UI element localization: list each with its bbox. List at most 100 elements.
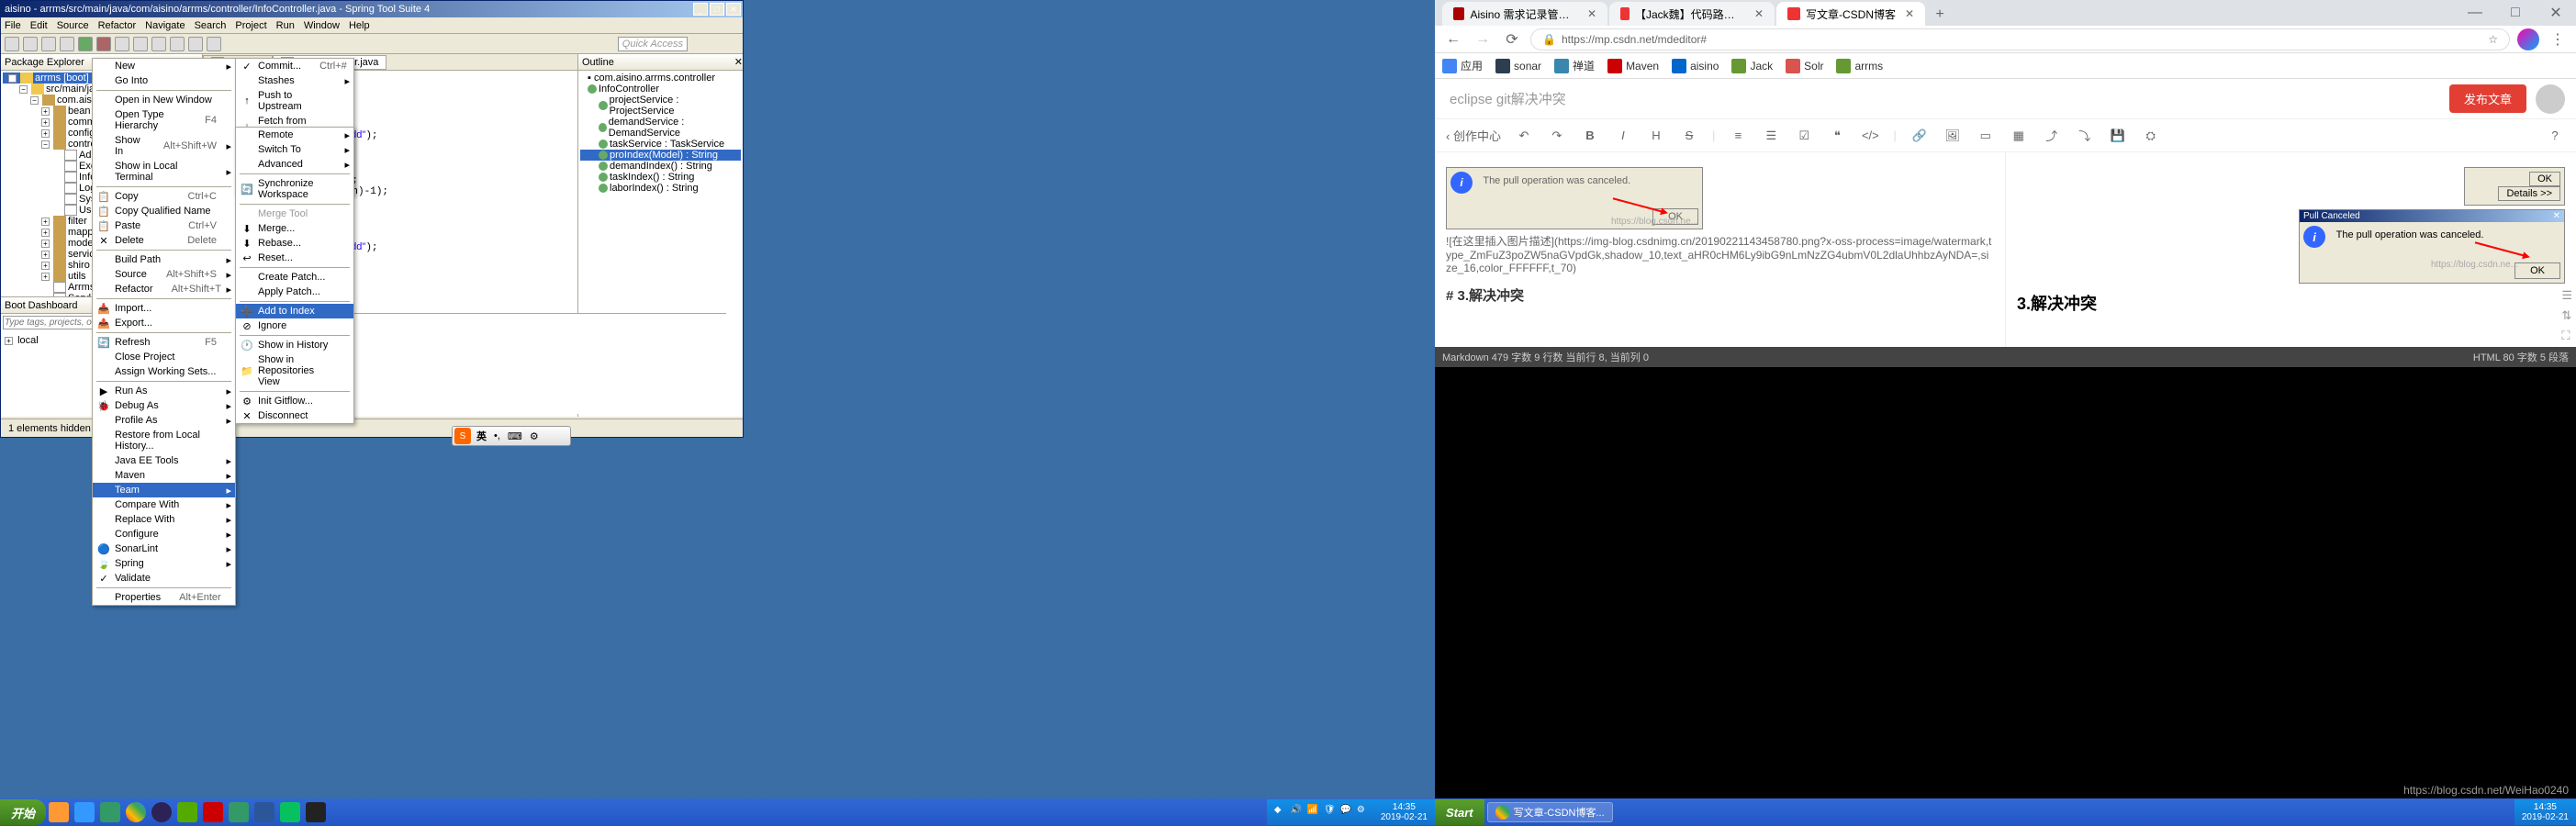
bookmark-maven[interactable]: Maven bbox=[1607, 59, 1659, 73]
taskbar-chrome[interactable] bbox=[126, 802, 146, 822]
reload-button[interactable]: ⟳ bbox=[1501, 28, 1523, 50]
user-avatar[interactable] bbox=[2536, 84, 2565, 114]
menu-item-reset-[interactable]: ↩Reset... bbox=[236, 251, 353, 265]
menu-item-synchronize-workspace[interactable]: 🔄Synchronize Workspace bbox=[236, 176, 353, 202]
bookmark-aisino[interactable]: aisino bbox=[1672, 59, 1719, 73]
ime-lang[interactable]: 英 bbox=[473, 429, 490, 443]
menu-item-new[interactable]: New▸ bbox=[93, 59, 235, 73]
quick-access-input[interactable]: Quick Access bbox=[618, 37, 688, 51]
sogou-icon[interactable]: S bbox=[454, 428, 471, 444]
menu-item-close-project[interactable]: Close Project bbox=[93, 350, 235, 364]
expander-icon[interactable]: − bbox=[41, 140, 50, 149]
menu-file[interactable]: File bbox=[5, 20, 21, 31]
save-all-icon[interactable] bbox=[41, 37, 56, 51]
context-menu-project[interactable]: New▸Go Into Open in New WindowOpen Type H… bbox=[92, 58, 236, 606]
chrome-close[interactable]: ✕ bbox=[2536, 0, 2576, 26]
expander-icon[interactable]: + bbox=[41, 129, 50, 138]
next-icon[interactable] bbox=[188, 37, 203, 51]
menu-window[interactable]: Window bbox=[304, 20, 340, 31]
tab-close-icon[interactable]: ✕ bbox=[1754, 7, 1764, 20]
outline-item[interactable]: taskService : TaskService bbox=[580, 139, 741, 150]
star-icon[interactable]: ☆ bbox=[2488, 33, 2498, 46]
taskbar-chrome[interactable]: 写文章-CSDN博客... bbox=[1487, 802, 1613, 822]
outline-class[interactable]: InfoController bbox=[580, 84, 741, 95]
ul-icon[interactable]: ☰ bbox=[1761, 126, 1781, 146]
new-icon[interactable] bbox=[5, 37, 19, 51]
maximize-button[interactable]: □ bbox=[710, 3, 724, 16]
menu-edit[interactable]: Edit bbox=[30, 20, 48, 31]
taskbar-app-5[interactable] bbox=[229, 802, 249, 822]
taskbar-app-4[interactable] bbox=[177, 802, 197, 822]
menu-item-maven[interactable]: Maven▸ bbox=[93, 468, 235, 483]
menu-item-export-[interactable]: 📤Export... bbox=[93, 316, 235, 330]
windows-taskbar-left[interactable]: 开始 ◆ 🔊 📶 🛡 💬 ⚙ 14:35 2019-02-21 bbox=[0, 798, 1435, 826]
expander-icon[interactable]: + bbox=[41, 273, 50, 281]
menu-item-validate[interactable]: ✓Validate bbox=[93, 571, 235, 586]
menu-item-advanced[interactable]: Advanced▸ bbox=[236, 157, 353, 172]
menu-item-build-path[interactable]: Build Path▸ bbox=[93, 252, 235, 267]
menu-item-apply-patch-[interactable]: Apply Patch... bbox=[236, 285, 353, 299]
menu-item-configure[interactable]: Configure▸ bbox=[93, 527, 235, 541]
menu-item-open-type-hierarchy[interactable]: Open Type HierarchyF4 bbox=[93, 107, 235, 133]
toc-icon[interactable]: ☰ bbox=[2561, 288, 2572, 303]
expander-icon[interactable]: + bbox=[41, 251, 50, 259]
redo-icon[interactable]: ↷ bbox=[1547, 126, 1567, 146]
menu-item-properties[interactable]: PropertiesAlt+Enter bbox=[93, 590, 235, 605]
help-icon[interactable]: ? bbox=[2545, 126, 2565, 146]
taskbar-app-2[interactable] bbox=[74, 802, 95, 822]
menu-item-profile-as[interactable]: Profile As▸ bbox=[93, 413, 235, 428]
menu-item-team[interactable]: Team▸ bbox=[93, 483, 235, 497]
chrome-maximize[interactable]: □ bbox=[2495, 0, 2536, 26]
menu-project[interactable]: Project bbox=[235, 20, 266, 31]
menu-item-disconnect[interactable]: ✕Disconnect bbox=[236, 408, 353, 423]
undo-icon[interactable]: ↶ bbox=[1514, 126, 1534, 146]
profile-avatar[interactable] bbox=[2517, 28, 2539, 50]
bookmark-solr[interactable]: Solr bbox=[1786, 59, 1823, 73]
bookmark-禅道[interactable]: 禅道 bbox=[1554, 58, 1595, 73]
close-view-icon[interactable]: ✕ bbox=[734, 56, 743, 68]
settings-icon[interactable]: ⛭ bbox=[2141, 126, 2161, 146]
outline-item[interactable]: projectService : ProjectService bbox=[580, 95, 741, 117]
outline-item[interactable]: proIndex(Model) : String bbox=[580, 150, 741, 161]
menu-item-copy-qualified-name[interactable]: 📋Copy Qualified Name bbox=[93, 204, 235, 218]
tray-icon-5[interactable]: 💬 bbox=[1340, 805, 1355, 820]
expander-icon[interactable]: − bbox=[19, 85, 28, 94]
save-icon[interactable] bbox=[23, 37, 38, 51]
outline-item[interactable]: laborIndex() : String bbox=[580, 183, 741, 194]
menu-item-add-to-index[interactable]: ➕Add to Index bbox=[236, 304, 353, 318]
ime-settings-icon[interactable]: ⚙ bbox=[526, 430, 543, 442]
tray-icon-2[interactable]: 🔊 bbox=[1291, 805, 1305, 820]
outline-item[interactable]: taskIndex() : String bbox=[580, 172, 741, 183]
menu-run[interactable]: Run bbox=[276, 20, 295, 31]
italic-icon[interactable]: I bbox=[1613, 126, 1633, 146]
menu-item-show-in-history[interactable]: 🕐Show in History bbox=[236, 338, 353, 352]
publish-button[interactable]: 发布文章 bbox=[2449, 84, 2526, 113]
back-to-center[interactable]: ‹ 创作中心 bbox=[1446, 127, 1501, 144]
taskbar-terminal[interactable] bbox=[306, 802, 326, 822]
strike-icon[interactable]: S bbox=[1679, 126, 1699, 146]
menu-item-delete[interactable]: ✕DeleteDelete bbox=[93, 233, 235, 248]
menu-item-go-into[interactable]: Go Into bbox=[93, 73, 235, 88]
menu-help[interactable]: Help bbox=[349, 20, 370, 31]
expander-icon[interactable]: + bbox=[5, 337, 13, 345]
expander-icon[interactable]: − bbox=[30, 96, 39, 105]
save-icon[interactable]: 💾 bbox=[2108, 126, 2128, 146]
menu-item-copy[interactable]: 📋CopyCtrl+C bbox=[93, 189, 235, 204]
prev-icon[interactable] bbox=[207, 37, 221, 51]
annotation-icon[interactable] bbox=[170, 37, 185, 51]
menu-search[interactable]: Search bbox=[195, 20, 227, 31]
expander-icon[interactable]: − bbox=[8, 74, 17, 83]
open-type-icon[interactable] bbox=[133, 37, 148, 51]
menu-item-open-in-new-window[interactable]: Open in New Window bbox=[93, 93, 235, 107]
menu-item-show-in-local-terminal[interactable]: Show in Local Terminal▸ bbox=[93, 159, 235, 184]
outline-item[interactable]: demandIndex() : String bbox=[580, 161, 741, 172]
tab-close-icon[interactable]: ✕ bbox=[1905, 7, 1914, 20]
taskbar-wechat[interactable] bbox=[280, 802, 300, 822]
menu-item-stashes[interactable]: Stashes▸ bbox=[236, 73, 353, 88]
menu-source[interactable]: Source bbox=[57, 20, 89, 31]
markdown-source-pane[interactable]: i The pull operation was canceled. OK ht… bbox=[1435, 152, 2006, 347]
taskbar-youdao[interactable] bbox=[203, 802, 223, 822]
chrome-tab[interactable]: Aisino 需求记录管理系统✕ bbox=[1442, 2, 1607, 26]
menu-item-ignore[interactable]: ⊘Ignore bbox=[236, 318, 353, 333]
ime-keyboard-icon[interactable]: ⌨ bbox=[504, 430, 526, 442]
